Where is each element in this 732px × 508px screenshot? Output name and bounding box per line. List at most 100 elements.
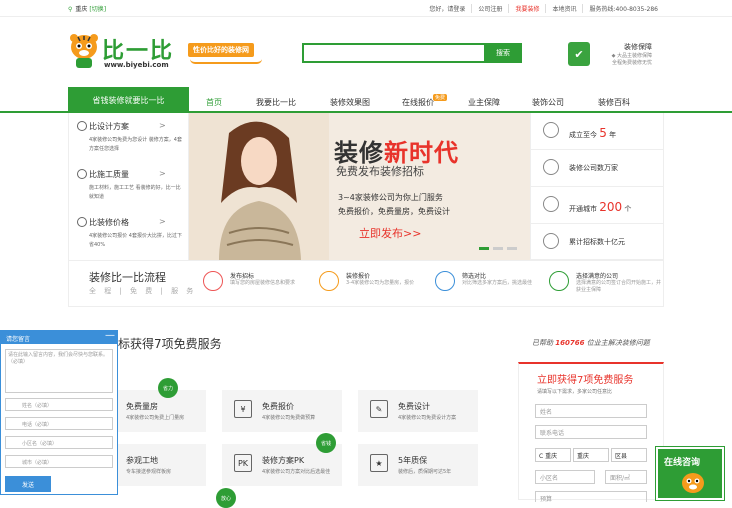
chevron-right-icon: > <box>159 169 166 178</box>
name-field[interactable]: 姓名 <box>535 404 647 418</box>
carousel-dots[interactable] <box>479 247 517 250</box>
top-bar: ⚲ 重庆 [切换] 您好，请登录 公司注册 我要装修 本地资讯 服务热线:400-8… <box>0 0 732 17</box>
msg-phone-field[interactable]: 电话（必填） <box>5 417 113 430</box>
province-select[interactable]: C 重庆 <box>535 448 571 462</box>
yen-icon: ¥ <box>234 400 252 418</box>
process-title: 装修比一比流程 <box>89 271 166 284</box>
menu-quality-desc: 施工材料，施工工艺 看装修的好，比一比就知道 <box>89 185 181 200</box>
nav-cta-banner[interactable]: 省钱装修就要比一比 <box>68 87 189 113</box>
online-consult-button[interactable]: 在线咨询 <box>656 447 724 500</box>
peace-badge: 放心 <box>216 488 236 508</box>
trophy-icon <box>435 271 455 291</box>
card-title: 免费设计 <box>398 402 430 411</box>
menu-quality-title[interactable]: 比施工质量 <box>89 169 129 180</box>
menu-price-title[interactable]: 比装修价格 <box>89 217 129 228</box>
process-step: 装修报价 3-4家装修公司为您量房，报价 <box>319 269 429 299</box>
minimize-icon[interactable]: — <box>105 330 115 341</box>
stat-companies: 装修公司数万家 <box>569 164 618 172</box>
hotline: 服务热线:400-8035-286 <box>582 4 664 13</box>
stat-row: 装修公司数万家 <box>531 150 663 187</box>
service-card[interactable]: ¥ 免费报价 4家装修公司免费做预算 <box>222 390 342 432</box>
carousel-dot[interactable] <box>493 247 503 250</box>
carousel-dot[interactable] <box>479 247 489 250</box>
process-step: 发布招标 填写您的房屋装修信息和要求 <box>203 269 313 299</box>
city-locator: ⚲ 重庆 [切换] <box>68 4 106 13</box>
nav-quote[interactable]: 在线报价 <box>402 97 434 108</box>
pk-icon: PK <box>234 454 252 472</box>
guarantee-line2: 全程免费装修无忧 <box>611 60 652 66</box>
stats-panel: 成立至今 5 年 装修公司数万家 开通城市 200 个 累计招标数十亿元 <box>530 113 664 260</box>
menu-design-title[interactable]: 比设计方案 <box>89 121 129 132</box>
coins-icon <box>543 233 559 249</box>
login-link[interactable]: 您好，请登录 <box>423 4 471 13</box>
menu-design-desc: 4家装修公司免费为您设计 装修方案，4套方案任您选择 <box>89 137 182 152</box>
step-desc: 选择满意的公司签订合同开始施工，并获业主保障 <box>576 280 662 293</box>
nav-gallery[interactable]: 装修效果图 <box>330 97 370 108</box>
step-desc: 对比筛选多家方案后，挑选最佳 <box>462 280 533 286</box>
edit-icon <box>203 271 223 291</box>
guarantee-block[interactable]: ✔ 装修保障 ◆ 大品主装修保障 全程免费装修无忧 <box>568 42 664 68</box>
card-title: 免费量房 <box>126 402 158 411</box>
process-strip: 装修比一比流程 全 程 | 免 费 | 服 务 发布招标 填写您的房屋装修信息和… <box>68 260 664 307</box>
stat-value: 200 <box>599 200 623 214</box>
message-header: 请您留言 <box>1 331 117 344</box>
stat-label: 开通城市 <box>569 205 597 213</box>
helped-prefix: 已帮助 <box>532 339 553 347</box>
msg-name-field[interactable]: 姓名（必填） <box>5 398 113 411</box>
service-card[interactable]: ★ 5年质保 装修后，质保期可达5年 <box>358 444 478 486</box>
carousel-dot[interactable] <box>507 247 517 250</box>
logo-url: www.biyebi.com <box>104 61 169 69</box>
logo[interactable]: 比一比 www.biyebi.com 性价比好的装修网 <box>68 33 268 73</box>
clock-icon <box>543 122 559 138</box>
left-category-menu: 比设计方案 > 4家装修公司免费为您设计 装修方案，4套方案任您选择 比施工质量… <box>68 113 189 260</box>
service-card[interactable]: ✎ 免费设计 4家装修公司免费设计方案 <box>358 390 478 432</box>
step-desc: 3-4家装修公司为您量房，报价 <box>346 280 415 286</box>
logo-slogan: 性价比好的装修网 <box>188 43 254 57</box>
nav-home[interactable]: 首页 <box>206 97 222 108</box>
consult-label: 在线咨询 <box>664 458 701 468</box>
phone-field[interactable]: 联系电话 <box>535 425 647 439</box>
guarantee-line1: ◆ 大品主装修保障 <box>611 53 652 59</box>
model-photo <box>189 113 329 260</box>
budget-field[interactable]: 预算 <box>535 491 647 503</box>
step-desc: 填写您的房屋装修信息和要求 <box>230 280 296 286</box>
nav-owner-protection[interactable]: 业主保障 <box>468 97 500 108</box>
area-field[interactable]: 面积/㎡ <box>605 470 647 484</box>
guarantee-title: 装修保障 <box>624 43 652 51</box>
globe-icon <box>543 196 559 212</box>
nav-encyclopedia[interactable]: 装修百科 <box>598 97 630 108</box>
search-button[interactable]: 搜索 <box>484 43 522 63</box>
stat-unit: 年 <box>609 131 617 139</box>
nav-compare[interactable]: 我要比一比 <box>256 97 296 108</box>
msg-city-field[interactable]: 城市（必填） <box>5 455 113 468</box>
district-select[interactable]: 区县 <box>611 448 647 462</box>
company-register-link[interactable]: 公司注册 <box>471 4 508 13</box>
top-links: 您好，请登录 公司注册 我要装修 本地资讯 服务热线:400-8035-286 <box>423 4 664 13</box>
location-pin-icon: ⚲ <box>68 6 73 13</box>
city-select[interactable]: 重庆 <box>573 448 609 462</box>
step-title: 装修报价 <box>346 273 371 280</box>
send-button[interactable]: 发送 <box>5 476 51 492</box>
tiger-mascot-icon <box>682 473 704 493</box>
save-effort-badge: 省力 <box>158 378 178 398</box>
nav-companies[interactable]: 装饰公司 <box>532 97 564 108</box>
publish-now-link[interactable]: 立即发布>> <box>359 225 421 241</box>
msg-community-field[interactable]: 小区名（必填） <box>5 436 113 449</box>
slogan-underline <box>190 59 262 64</box>
process-subtitle: 全 程 | 免 费 | 服 务 <box>89 287 197 295</box>
local-news-link[interactable]: 本地资讯 <box>545 4 582 13</box>
banner-line2: 免费报价，免费量房，免费设计 <box>338 207 450 216</box>
hero-banner[interactable]: 装修新时代 免费发布装修招标 3~4家装修公司为你上门服务 免费报价，免费量房，… <box>189 113 530 260</box>
building-icon <box>543 159 559 175</box>
message-textarea[interactable]: 请在此输入留言内容，我们会尽快与您联系。（必填） <box>5 349 113 393</box>
switch-city-link[interactable]: [切换] <box>89 6 106 13</box>
stat-bids: 累计招标数十亿元 <box>569 238 625 246</box>
card-desc: 4家装修公司免费做预算 <box>262 415 316 421</box>
stat-years: 成立至今 5 年 <box>569 126 616 140</box>
form-subtitle: 请填写以下需求，多家公司任意比 <box>537 389 613 395</box>
form-title: 立即获得7项免费服务 <box>537 375 634 386</box>
renovate-link[interactable]: 我要装修 <box>508 4 545 13</box>
community-field[interactable]: 小区名 <box>535 470 595 484</box>
quote-form: 立即获得7项免费服务 请填写以下需求，多家公司任意比 姓名 联系电话 C 重庆 … <box>518 362 664 503</box>
card-desc: 4家装修公司免费上门量房 <box>126 415 185 421</box>
